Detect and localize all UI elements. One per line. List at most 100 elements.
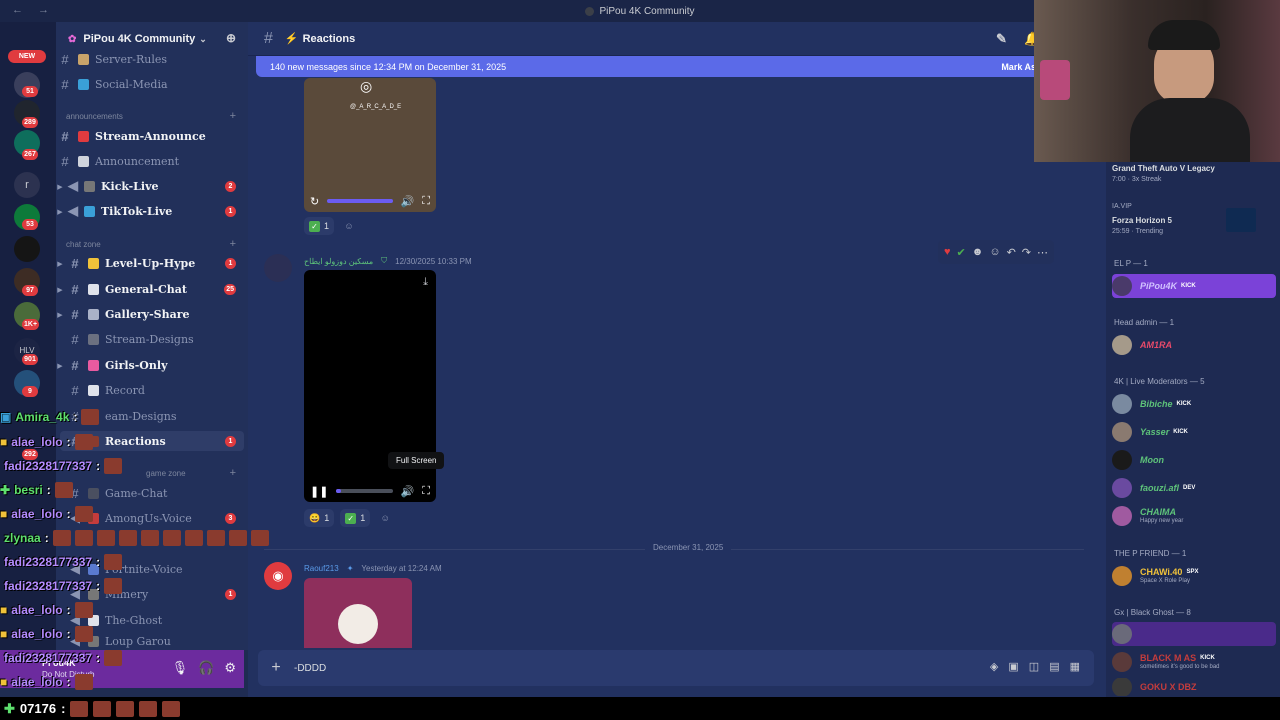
hash-icon: # <box>71 331 79 347</box>
video-attachment[interactable]: ◎ @_A_R_C_A_D_E ↻ 🔊 ⛶ <box>304 78 436 212</box>
channel-stream-announce[interactable]: # Stream-Announce <box>56 126 248 146</box>
forward-icon[interactable]: ↷ <box>1022 246 1031 259</box>
channel-announcement[interactable]: # Announcement <box>56 151 248 171</box>
new-badge[interactable]: NEW <box>8 50 46 63</box>
new-messages-text: 140 new messages since 12:34 PM on Decem… <box>270 61 507 72</box>
threads-icon[interactable]: ✎ <box>996 31 1007 47</box>
image-icon[interactable]: ▤ <box>1049 660 1059 673</box>
overlay-user: alae_lolo <box>11 627 63 641</box>
fullscreen-icon[interactable]: ⛶ <box>422 485 430 498</box>
reaction-laugh[interactable]: 😀 1 <box>304 509 335 527</box>
badge-icon: ■ <box>0 507 8 521</box>
add-channel-icon[interactable]: + <box>230 467 236 479</box>
video-watermark: @_A_R_C_A_D_E <box>350 104 402 110</box>
emote-icon <box>162 530 181 546</box>
channel-level-up-hype[interactable]: ▶ # Level-Up-Hype 1 <box>56 253 248 273</box>
add-channel-icon[interactable]: + <box>230 110 236 122</box>
channel-header: # ⚡ Reactions ✎ 🔔 <box>248 22 1106 56</box>
server-badge: 51 <box>22 86 38 97</box>
add-reaction-button[interactable]: ☺ <box>376 509 394 527</box>
apps-icon[interactable]: ▦ <box>1070 660 1080 673</box>
member-status: Happy new year <box>1140 518 1184 524</box>
category-game-zone[interactable]: game zone + <box>146 466 246 480</box>
expand-arrow-icon[interactable]: ▶ <box>54 182 66 191</box>
add-reaction-icon[interactable]: ☺ <box>989 246 1000 258</box>
sticker-icon[interactable]: ◫ <box>1029 660 1039 673</box>
reaction-check[interactable]: ✓ 1 <box>340 509 371 527</box>
member-item[interactable] <box>1112 622 1276 646</box>
member-item[interactable]: CHAWi.40 SPX Space X Role Play <box>1112 564 1276 588</box>
download-icon[interactable]: ⤓ <box>423 276 428 289</box>
emote-icon <box>74 530 93 546</box>
video-progress[interactable] <box>336 489 393 493</box>
volume-icon[interactable]: 🔊 <box>401 485 415 498</box>
avatar[interactable] <box>264 254 292 282</box>
member-item[interactable]: Yasser KICK <box>1112 420 1276 444</box>
channel-kick-live[interactable]: ▶ ◀ Kick-Live 2 <box>56 176 248 196</box>
member-item[interactable]: AM1RA <box>1112 333 1276 357</box>
member-item[interactable]: faouzi.afl DEV <box>1112 476 1276 500</box>
video-progress[interactable] <box>327 199 393 203</box>
expand-arrow-icon[interactable]: ▶ <box>54 361 66 370</box>
new-messages-bar[interactable]: 140 new messages since 12:34 PM on Decem… <box>256 56 1098 77</box>
reaction-check[interactable]: ✓ 1 <box>304 217 335 235</box>
gif-icon[interactable]: ▣ <box>1008 660 1018 673</box>
member-item[interactable]: GOKU X DBZ <box>1112 678 1276 696</box>
bolt-icon <box>88 257 99 269</box>
gear-icon[interactable]: ⚙ <box>224 660 236 676</box>
heart-icon[interactable]: ♥ <box>944 246 951 258</box>
reply-icon[interactable]: ↶ <box>1007 246 1016 259</box>
member-item[interactable]: Moon <box>1112 448 1276 472</box>
server-icon[interactable] <box>14 236 40 262</box>
channel-girls-only[interactable]: ▶ # Girls-Only <box>56 355 248 375</box>
message-author[interactable]: مسكين دوزولو ايطاح <box>304 257 373 266</box>
expand-arrow-icon[interactable]: ▶ <box>54 310 66 319</box>
image-attachment[interactable] <box>304 578 412 648</box>
volume-icon[interactable]: 🔊 <box>401 195 415 208</box>
expand-arrow-icon[interactable]: ▶ <box>54 285 66 294</box>
more-icon[interactable]: ⋯ <box>1037 246 1048 259</box>
channel-stream-designs[interactable]: # Stream-Designs <box>56 329 248 349</box>
discord-avatar-icon[interactable]: ◉ <box>264 562 292 590</box>
overlay-sep: : <box>61 701 66 716</box>
nav-arrows[interactable]: ← → <box>12 4 55 16</box>
expand-arrow-icon[interactable]: ▶ <box>54 207 66 216</box>
laugh-emoji-icon[interactable]: ☻ <box>972 246 984 258</box>
channel-server-rules[interactable]: # Server-Rules <box>56 49 248 69</box>
add-channel-icon[interactable]: + <box>230 238 236 250</box>
channel-label: General-Chat <box>105 282 188 296</box>
add-reaction-button[interactable]: ☺ <box>340 217 358 235</box>
check-icon[interactable]: ✔ <box>957 246 966 259</box>
channel-label: Social-Media <box>95 77 168 91</box>
member-item[interactable]: CHAIMA Happy new year <box>1112 504 1276 528</box>
channel-general-chat[interactable]: ▶ # General-Chat 25 <box>56 279 248 299</box>
channel-tiktok-live[interactable]: ▶ ◀ TikTok-Live 1 <box>56 201 248 221</box>
category-chat-zone[interactable]: chat zone + <box>66 237 246 251</box>
pause-icon[interactable]: ❚❚ <box>310 485 328 498</box>
member-name: BLACK M AS <box>1140 653 1197 663</box>
headphones-icon[interactable]: 🎧 <box>198 660 214 676</box>
message-author[interactable]: Raouf213 <box>304 564 339 573</box>
mark-as-read-button[interactable]: Mark As <box>1001 62 1036 72</box>
member-item[interactable]: PiPou4K KICK <box>1112 274 1276 298</box>
category-announcements[interactable]: announcements + <box>66 109 246 123</box>
microphone-icon[interactable]: 🎙 <box>172 660 189 676</box>
gift-icon[interactable]: ◈ <box>990 660 998 673</box>
message-composer[interactable]: + -DDDD ◈ ▣ ◫ ▤ ▦ <box>258 650 1094 686</box>
replay-icon[interactable]: ↻ <box>310 195 319 208</box>
chat-area: # ⚡ Reactions ✎ 🔔 140 new messages since… <box>248 22 1106 697</box>
overlay-sep: : <box>96 459 101 473</box>
channel-social-media[interactable]: # Social-Media <box>56 74 248 94</box>
channel-record[interactable]: # Record <box>56 380 248 400</box>
attach-plus-icon[interactable]: + <box>258 659 294 677</box>
server-icon-letter[interactable]: r <box>14 172 40 198</box>
channel-gallery-share[interactable]: ▶ # Gallery-Share <box>56 304 248 324</box>
emote-icon <box>74 434 93 450</box>
composer-input[interactable]: -DDDD <box>294 663 326 674</box>
member-item[interactable]: BLACK M AS KICK sometimes it's good to be … <box>1112 650 1276 674</box>
member-item[interactable]: Bibiche KICK <box>1112 392 1276 416</box>
channel-game-chat[interactable]: # Game-Chat <box>56 483 248 503</box>
expand-arrow-icon[interactable]: ▶ <box>54 259 66 268</box>
fullscreen-icon[interactable]: ⛶ <box>422 195 430 208</box>
person-add-icon[interactable]: ⊕ <box>226 31 236 45</box>
